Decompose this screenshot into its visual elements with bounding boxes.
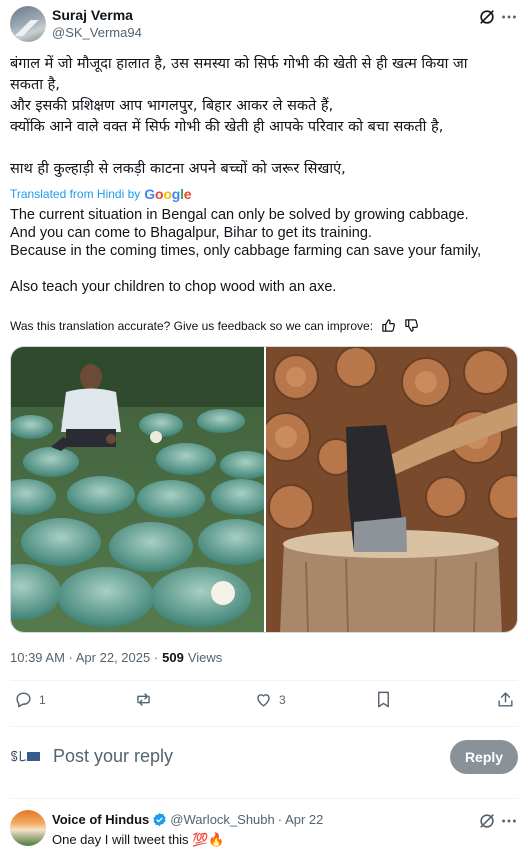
divider xyxy=(10,798,518,799)
reply-author-avatar[interactable] xyxy=(10,810,46,846)
reply-separator: · xyxy=(277,812,283,827)
reply-author-handle[interactable]: @Warlock_Shubh xyxy=(170,812,274,827)
translated-by-label[interactable]: Translated from Hindi by Google xyxy=(10,186,192,202)
reply-input[interactable]: Post your reply xyxy=(53,746,173,767)
translation-line: Because in the coming times, only cabbag… xyxy=(10,243,482,259)
translation-line: And you can come to Bhagalpur, Bihar to … xyxy=(10,225,372,241)
grok-icon[interactable] xyxy=(478,812,496,830)
reply-action[interactable]: 1 xyxy=(14,690,46,709)
reply-composer: ꌗ꒒ Post your reply Reply xyxy=(10,740,518,776)
reply-icon xyxy=(16,692,31,708)
post-actions: 1 3 xyxy=(10,690,518,718)
bookmark-action[interactable] xyxy=(374,690,393,709)
author-name[interactable]: Suraj Verma xyxy=(52,7,133,23)
translation-feedback: Was this translation accurate? Give us f… xyxy=(10,318,419,333)
reply-count: 1 xyxy=(39,692,46,707)
original-line: बंगाल में जो मौजूदा हालात है, उस समस्या … xyxy=(10,56,468,72)
author-handle[interactable]: @SK_Verma94 xyxy=(52,25,142,40)
like-count: 3 xyxy=(279,692,286,707)
translation-line: Also teach your children to chop wood wi… xyxy=(10,279,337,295)
translation-line: The current situation in Bengal can only… xyxy=(10,207,469,223)
axe-in-stump-image[interactable] xyxy=(266,347,517,632)
share-icon xyxy=(498,692,513,707)
user-avatar-icon[interactable]: ꌗ꒒ xyxy=(10,748,42,766)
reply-text: One day I will tweet this 💯🔥 xyxy=(52,832,225,847)
thumbs-down-icon[interactable] xyxy=(404,318,419,333)
feedback-text: Was this translation accurate? Give us f… xyxy=(10,318,374,333)
divider xyxy=(10,726,518,727)
repost-icon xyxy=(137,693,150,706)
original-line: सकता है, xyxy=(10,77,60,93)
google-logo: Google xyxy=(144,186,192,202)
views-label: Views xyxy=(187,650,223,665)
post-header: Suraj Verma @SK_Verma94 xyxy=(10,6,518,46)
divider xyxy=(10,680,518,681)
like-action[interactable]: 3 xyxy=(254,690,286,709)
verified-badge-icon xyxy=(153,812,166,827)
share-action[interactable] xyxy=(496,690,515,709)
bookmark-icon xyxy=(378,691,389,708)
original-line: क्योंकि आने वाले वक्त में सिर्फ गोभी की … xyxy=(10,119,444,135)
original-line: और इसकी प्रशिक्षण आप भागलपुर, बिहार आकर … xyxy=(10,98,334,114)
svg-text:ꌗ꒒: ꌗ꒒ xyxy=(10,750,27,764)
views-count: 509 xyxy=(162,650,184,665)
reply-date[interactable]: Apr 22 xyxy=(285,812,323,827)
reply-author-name[interactable]: Voice of Hindus xyxy=(52,812,149,827)
post-media[interactable] xyxy=(10,346,518,633)
repost-action[interactable] xyxy=(134,690,159,709)
translated-from-text: Translated from Hindi by xyxy=(10,187,141,201)
reply-item-header: Voice of Hindus @Warlock_Shubh · Apr 22 xyxy=(52,812,323,827)
more-options-icon[interactable] xyxy=(500,8,518,26)
post-meta: 10:39 AM · Apr 22, 2025 · 509 Views xyxy=(10,650,222,665)
grok-icon[interactable] xyxy=(478,8,496,26)
heart-icon xyxy=(257,694,270,707)
post-translation-text: The current situation in Bengal can only… xyxy=(10,206,522,296)
reply-button[interactable]: Reply xyxy=(450,740,518,774)
original-line: साथ ही कुल्हाड़ी से लकड़ी काटना अपने बच्… xyxy=(10,161,346,177)
author-avatar[interactable] xyxy=(10,6,46,42)
post-original-text: बंगाल में जो मौजूदा हालात है, उस समस्या … xyxy=(10,54,518,180)
more-options-icon[interactable] xyxy=(500,812,518,830)
thumbs-up-icon[interactable] xyxy=(381,318,396,333)
reply-item[interactable]: Voice of Hindus @Warlock_Shubh · Apr 22 … xyxy=(10,808,518,853)
post-time[interactable]: 10:39 AM · Apr 22, 2025 · xyxy=(10,650,158,665)
cabbage-field-image[interactable] xyxy=(11,347,264,632)
